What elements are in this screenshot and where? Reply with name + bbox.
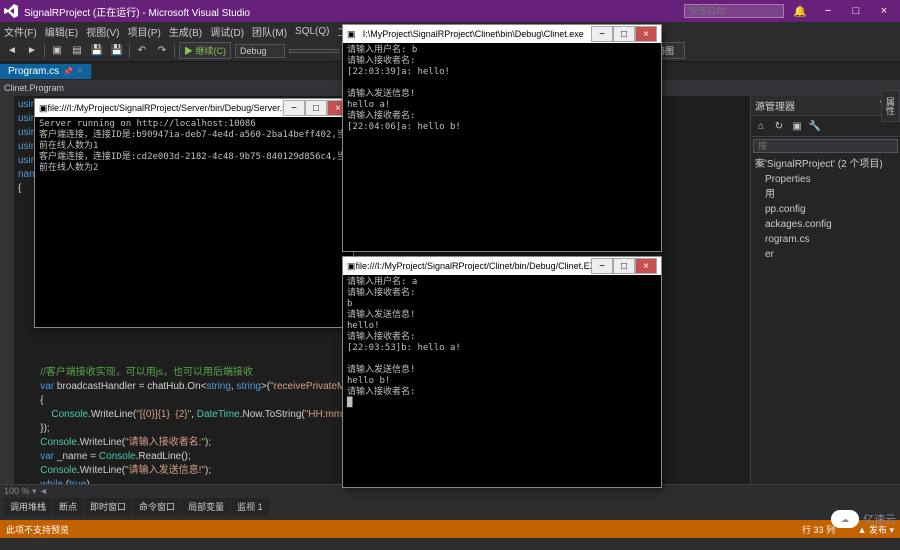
console-min-icon[interactable]: − xyxy=(591,258,613,274)
bp-tab-breakpoints[interactable]: 断点 xyxy=(53,498,83,515)
console-client-b[interactable]: ▣ I:\MyProject\SignalRProject\Clinet\bin… xyxy=(342,24,662,252)
console-title: file:///I:/MyProject/SignalRProject/Serv… xyxy=(48,103,283,113)
bp-tab-command[interactable]: 命令窗口 xyxy=(133,498,181,515)
console-max-icon[interactable]: □ xyxy=(305,100,327,116)
title-bar: SignalRProject (正在运行) - Microsoft Visual… xyxy=(0,0,900,22)
nav-back-icon[interactable]: ◄ xyxy=(4,43,20,59)
yiyun-logo-icon: ☁ xyxy=(831,510,859,528)
tree-item[interactable]: 用 xyxy=(755,187,896,202)
menu-edit[interactable]: 编辑(E) xyxy=(45,24,78,39)
console-output[interactable]: 请输入用户名: a 请输入接收者名: b 请输入发送信息! hello! 请输入… xyxy=(343,275,661,487)
bottom-panel: 100 % ▾ ◄ 调用堆栈 断点 即时窗口 命令窗口 局部变量 监视 1 xyxy=(0,484,900,520)
console-output[interactable]: Server running on http://localhost:10086… xyxy=(35,117,353,327)
save-icon[interactable]: 💾 xyxy=(89,43,105,59)
console-max-icon[interactable]: □ xyxy=(613,258,635,274)
bp-tab-locals[interactable]: 局部变量 xyxy=(182,498,230,515)
maximize-button[interactable]: □ xyxy=(844,2,868,20)
continue-button[interactable]: ▶ 继续(C) xyxy=(179,42,231,59)
console-icon: ▣ xyxy=(347,261,356,272)
menu-build[interactable]: 生成(B) xyxy=(169,24,202,39)
console-client-a[interactable]: ▣ file:///I:/MyProject/SignalRProject/Cl… xyxy=(342,256,662,488)
collapse-icon[interactable]: ▣ xyxy=(789,118,805,134)
window-title: SignalRProject (正在运行) - Microsoft Visual… xyxy=(24,4,250,19)
console-output[interactable]: 请输入用户名: b 请输入接收者名: [22:03:39]a: hello! 请… xyxy=(343,43,661,251)
status-bar: 此项不支持预览 行 33 列 ▲ 发布 ▾ xyxy=(0,520,900,538)
home-icon[interactable]: ⌂ xyxy=(753,118,769,134)
tab-label: Program.cs xyxy=(8,66,59,77)
menu-file[interactable]: 文件(F) xyxy=(4,24,37,39)
solexp-title-bar[interactable]: 源管理器 ▾ ✕ xyxy=(751,96,900,116)
tree-item[interactable]: er xyxy=(755,247,896,262)
vs-logo-icon xyxy=(4,4,18,18)
menu-project[interactable]: 项目(P) xyxy=(127,24,160,39)
bp-tab-immediate[interactable]: 即时窗口 xyxy=(84,498,132,515)
tab-program-cs[interactable]: Program.cs 📌 × xyxy=(0,64,92,79)
pin-icon[interactable]: 📌 xyxy=(63,67,73,76)
console-min-icon[interactable]: − xyxy=(591,26,613,42)
solution-tree[interactable]: 案'SignalRProject' (2 个项目) Properties 用 p… xyxy=(751,155,900,264)
console-icon: ▣ xyxy=(39,103,48,114)
tree-item[interactable]: ackages.config xyxy=(755,217,896,232)
console-close-icon[interactable]: × xyxy=(635,258,657,274)
menu-view[interactable]: 视图(V) xyxy=(86,24,119,39)
status-message: 此项不支持预览 xyxy=(6,523,69,536)
minimize-button[interactable]: − xyxy=(816,2,840,20)
console-close-icon[interactable]: × xyxy=(635,26,657,42)
bp-tab-callstack[interactable]: 调用堆栈 xyxy=(4,498,52,515)
side-tab-properties[interactable]: 属性 xyxy=(881,90,900,122)
breakpoint-gutter[interactable] xyxy=(0,96,14,484)
close-button[interactable]: × xyxy=(872,2,896,20)
menu-debug[interactable]: 调试(D) xyxy=(210,24,244,39)
menu-team[interactable]: 团队(M) xyxy=(252,24,287,39)
notification-icon[interactable]: 🔔 xyxy=(788,2,812,20)
properties-icon[interactable]: 🔧 xyxy=(807,118,823,134)
undo-icon[interactable]: ↶ xyxy=(134,43,150,59)
refresh-icon[interactable]: ↻ xyxy=(771,118,787,134)
console-max-icon[interactable]: □ xyxy=(613,26,635,42)
console-min-icon[interactable]: − xyxy=(283,100,305,116)
solexp-search-input[interactable] xyxy=(753,139,898,153)
console-server[interactable]: ▣ file:///I:/MyProject/SignalRProject/Se… xyxy=(34,98,354,328)
console-icon: ▣ xyxy=(347,29,356,40)
nav-fwd-icon[interactable]: ► xyxy=(24,43,40,59)
tree-item[interactable]: rogram.cs xyxy=(755,232,896,247)
new-file-icon[interactable]: ▣ xyxy=(49,43,65,59)
quick-launch-input[interactable] xyxy=(684,4,784,18)
save-all-icon[interactable]: 💾 xyxy=(109,43,125,59)
tree-item[interactable]: Properties xyxy=(755,172,896,187)
menu-sql[interactable]: SQL(Q) xyxy=(295,26,329,37)
console-title: file:///I:/MyProject/SignalRProject/Clin… xyxy=(356,261,591,271)
platform-combo[interactable] xyxy=(289,49,339,53)
tab-close-icon[interactable]: × xyxy=(77,66,83,77)
solution-explorer: 源管理器 ▾ ✕ ⌂ ↻ ▣ 🔧 案'SignalRProject' (2 个项… xyxy=(750,96,900,484)
console-title: I:\MyProject\SignalRProject\Clinet\bin\D… xyxy=(356,29,591,39)
redo-icon[interactable]: ↷ xyxy=(154,43,170,59)
config-combo[interactable]: Debug xyxy=(235,44,285,58)
tree-item[interactable]: pp.config xyxy=(755,202,896,217)
bp-tab-watch[interactable]: 监视 1 xyxy=(231,498,269,515)
open-file-icon[interactable]: ▤ xyxy=(69,43,85,59)
tree-solution[interactable]: 案'SignalRProject' (2 个项目) xyxy=(755,157,896,172)
watermark: ☁ 亿速云 xyxy=(831,510,896,528)
